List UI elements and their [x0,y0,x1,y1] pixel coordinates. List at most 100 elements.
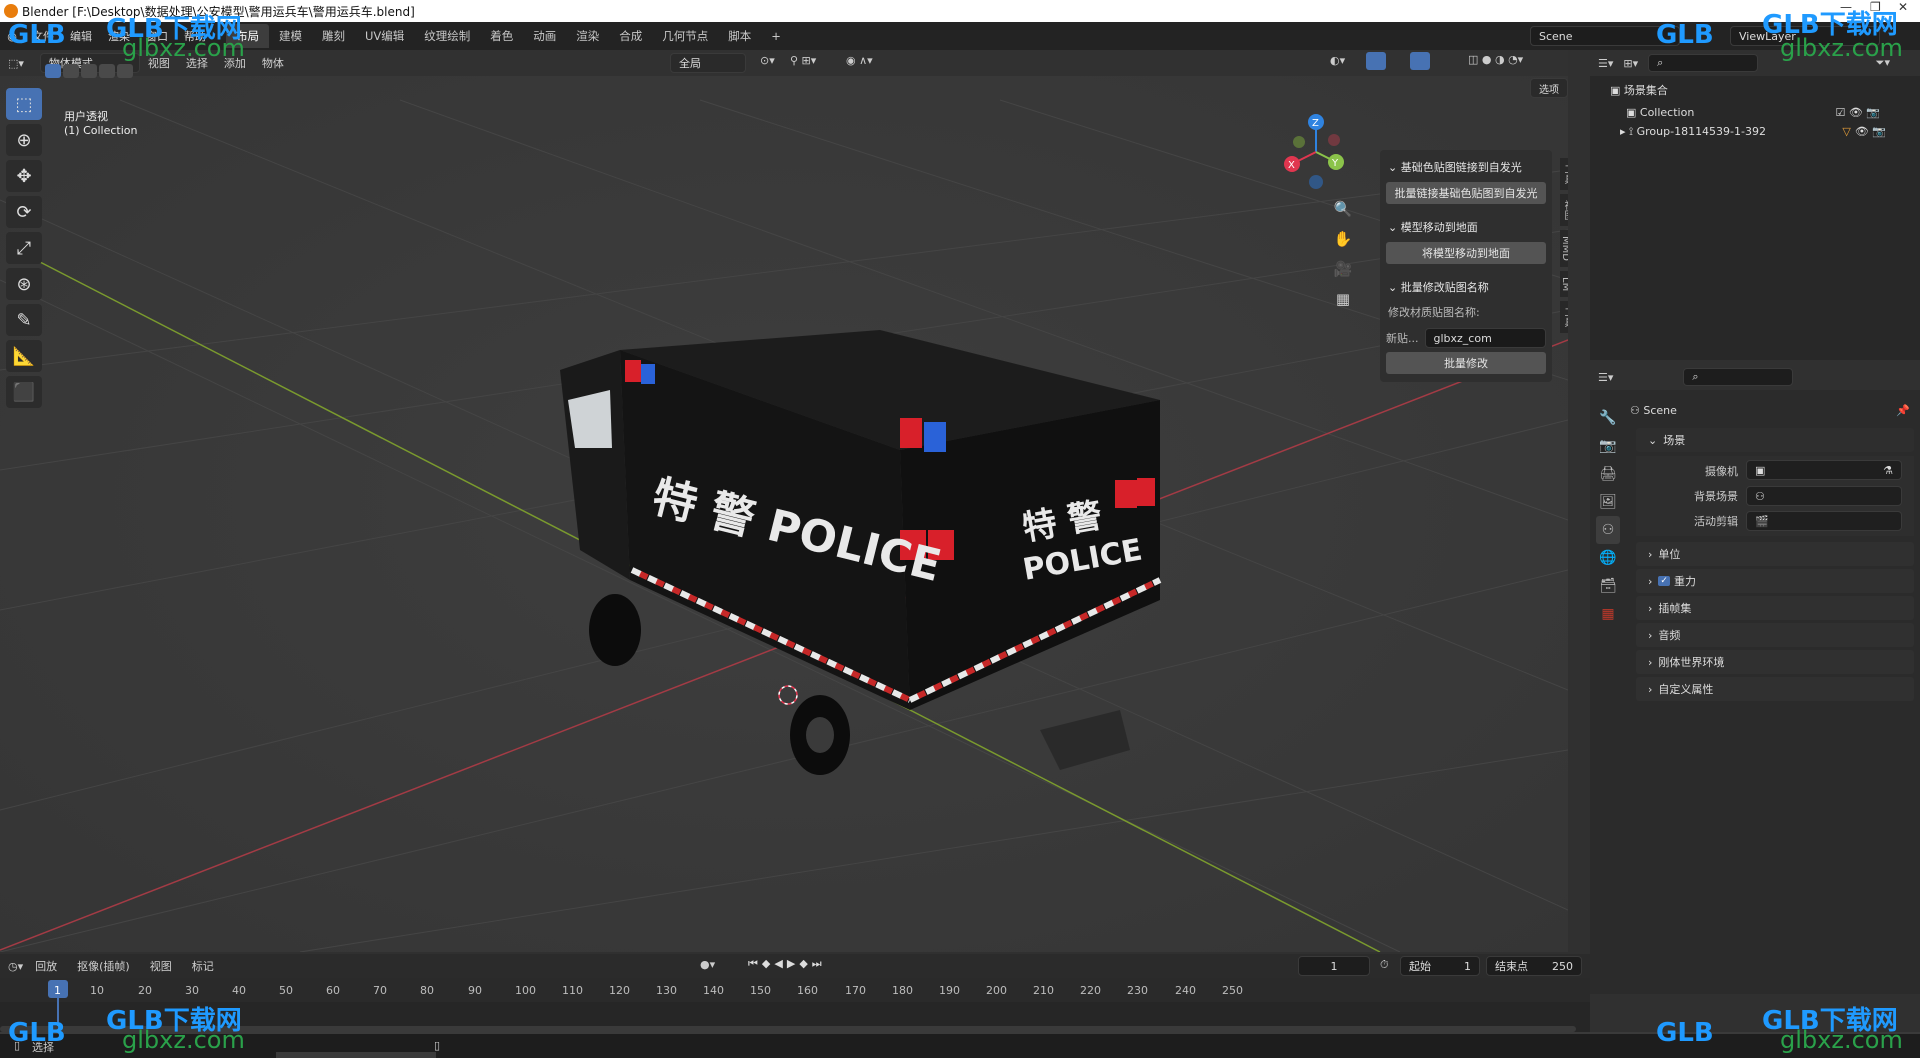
sidebar-tab-tool-2[interactable]: 工具 [1560,301,1568,334]
options-button[interactable]: 选项 [1530,78,1568,98]
add-cube-tool-icon[interactable]: ⬛ [6,376,42,408]
view-layer-properties-icon[interactable]: 🖼 [1596,488,1620,516]
play-reverse-icon[interactable]: ◀ [774,957,786,970]
scale-tool-icon[interactable]: ⤢ [6,232,42,264]
pin-icon[interactable]: 📌 [1896,404,1910,417]
active-clip-field[interactable]: 🎬 [1746,511,1902,531]
sidebar-tab-lm[interactable]: LM [1560,270,1568,298]
annotate-tool-icon[interactable]: ✎ [6,304,42,336]
tab-shading[interactable]: 着色 [480,24,523,48]
zoom-icon[interactable]: 🔍 [1332,194,1354,224]
eyedropper-icon[interactable]: ⚗ [1883,464,1893,477]
add-workspace-icon[interactable]: + [761,25,791,47]
background-scene-field[interactable]: ⚇ [1746,486,1902,506]
tab-scripting[interactable]: 脚本 [718,24,761,48]
panel-emission-link-header[interactable]: ⌄ 基础色贴图链接到自发光 [1386,154,1546,180]
pivot-icon[interactable]: ⊙▾ [760,54,775,67]
timeline-menu-keying[interactable]: 抠像(插帧) [69,958,138,974]
jump-end-icon[interactable]: ⏭ [812,957,826,970]
tab-modeling[interactable]: 建模 [269,24,312,48]
world-properties-icon[interactable]: 🌐 [1596,544,1620,572]
camera-field[interactable]: ▣ ⚗ [1746,460,1902,480]
visibility-icon[interactable]: ◐▾ [1330,54,1345,67]
collection-visibility-icons[interactable]: ☑ 👁 📷 [1835,106,1880,119]
timeline-editor-type-icon[interactable]: ◷▾ [8,960,23,973]
tab-uv-editing[interactable]: UV编辑 [355,24,414,48]
panel-move-to-ground-header[interactable]: ⌄ 模型移动到地面 [1386,214,1546,240]
ortho-grid-icon[interactable]: ▦ [1332,284,1354,314]
gravity-checkbox[interactable]: ✓ [1658,576,1670,586]
select-new-icon[interactable] [45,64,61,78]
scene-properties-icon[interactable]: ⚇ [1596,516,1620,544]
timeline-menu-view[interactable]: 视图 [142,958,180,974]
play-icon[interactable]: ▶ [787,957,799,970]
pan-hand-icon[interactable]: ✋ [1332,224,1354,254]
navigation-gizmo[interactable]: Z X Y [1276,112,1356,192]
select-intersect-icon[interactable] [117,64,133,78]
next-keyframe-icon[interactable]: ◆ [799,957,811,970]
close-icon[interactable]: ✕ [1898,0,1908,14]
viewport-menu-object[interactable]: 物体 [254,55,292,71]
outliner-item-group[interactable]: ▸ ⟟ Group-18114539-1-392 ▽ 👁 📷 [1590,121,1920,143]
tab-rendering[interactable]: 渲染 [566,24,609,48]
overlay-toggle-icon[interactable] [1410,52,1430,70]
record-icon[interactable]: ●▾ [700,958,715,971]
proportional-edit-icon[interactable]: ◉ ∧▾ [846,54,873,67]
tool-properties-icon[interactable]: 🔧 [1596,404,1620,432]
editor-type-icon[interactable]: ⬚▾ [0,57,32,70]
tab-texture-paint[interactable]: 纹理绘制 [414,24,480,48]
move-to-ground-button[interactable]: 将模型移动到地面 [1386,242,1546,264]
timeline-menu-marker[interactable]: 标记 [184,958,222,974]
prev-keyframe-icon[interactable]: ◆ [762,957,774,970]
start-frame-field[interactable]: 起始 1 [1400,956,1480,976]
panel-keying-sets[interactable]: › 插帧集 [1636,596,1914,620]
sidebar-tab-view[interactable]: 视图 [1560,194,1568,226]
camera-view-icon[interactable]: 🎥 [1332,254,1354,284]
tab-compositing[interactable]: 合成 [609,24,652,48]
panel-scene-header[interactable]: ⌄ 场景 [1636,428,1914,452]
outliner-editor-type-icon[interactable]: ☰▾ [1598,57,1613,70]
timeline-menu-playback[interactable]: 回放 [27,958,65,974]
properties-search-input[interactable]: ⌕ [1683,368,1794,386]
panel-custom-properties[interactable]: › 自定义属性 [1636,677,1914,701]
panel-audio[interactable]: › 音频 [1636,623,1914,647]
cursor-tool-icon[interactable]: ⊕ [6,124,42,156]
panel-gravity[interactable]: › ✓ 重力 [1636,569,1914,593]
end-frame-field[interactable]: 结束点 250 [1486,956,1582,976]
select-box-tool-icon[interactable]: ⬚ [6,88,42,120]
group-visibility-icons[interactable]: 👁 📷 [1855,125,1886,139]
shading-modes-icon[interactable]: ◫ ● ◑ ◔▾ [1468,53,1523,66]
outliner-search-input[interactable]: ⌕ [1648,54,1759,72]
output-properties-icon[interactable]: 🖨 [1596,460,1620,488]
sidebar-tab-mmd[interactable]: MMD [1560,230,1568,267]
preview-range-icon[interactable]: ⏱ [1380,958,1389,972]
properties-editor-type-icon[interactable]: ☰▾ [1598,371,1613,384]
gizmo-toggle-icon[interactable] [1366,52,1386,70]
panel-rigid-body-world[interactable]: › 刚体世界环境 [1636,650,1914,674]
panel-units[interactable]: › 单位 [1636,542,1914,566]
panel-rename-textures-header[interactable]: ⌄ 批量修改贴图名称 [1386,274,1546,300]
jump-start-icon[interactable]: ⏮ [748,957,762,970]
batch-rename-button[interactable]: 批量修改 [1386,352,1546,374]
tab-geometry-nodes[interactable]: 几何节点 [652,24,718,48]
snap-icon[interactable]: ⚲ ⊞▾ [790,54,816,67]
3d-viewport[interactable]: 特 警 POLICE 特 警 POLICE ⬚▾ 物体模式 视图 选择 添加 物… [0,50,1568,952]
batch-link-emission-button[interactable]: 批量链接基础色贴图到自发光 [1386,182,1546,204]
new-name-input[interactable]: glbxz_com [1424,328,1546,348]
texture-properties-icon[interactable]: ▦ [1596,600,1620,628]
rotate-tool-icon[interactable]: ⟳ [6,196,42,228]
select-subtract-icon[interactable] [81,64,97,78]
select-invert-icon[interactable] [99,64,115,78]
current-frame-field[interactable]: 1 [1298,956,1370,976]
move-tool-icon[interactable]: ✥ [6,160,42,192]
tab-animation[interactable]: 动画 [523,24,566,48]
tab-sculpting[interactable]: 雕刻 [312,24,355,48]
transform-tool-icon[interactable]: ⊛ [6,268,42,300]
select-extend-icon[interactable] [63,64,79,78]
menu-edit[interactable]: 编辑 [62,28,100,44]
outliner-display-mode-icon[interactable]: ⊞▾ [1623,57,1638,70]
render-properties-icon[interactable]: 📷 [1596,432,1620,460]
sidebar-tab-tool[interactable]: 工具 [1560,158,1568,190]
outliner-item-collection[interactable]: ▣ Collection ☑ 👁 📷 [1590,104,1920,121]
measure-tool-icon[interactable]: 📐 [6,340,42,372]
